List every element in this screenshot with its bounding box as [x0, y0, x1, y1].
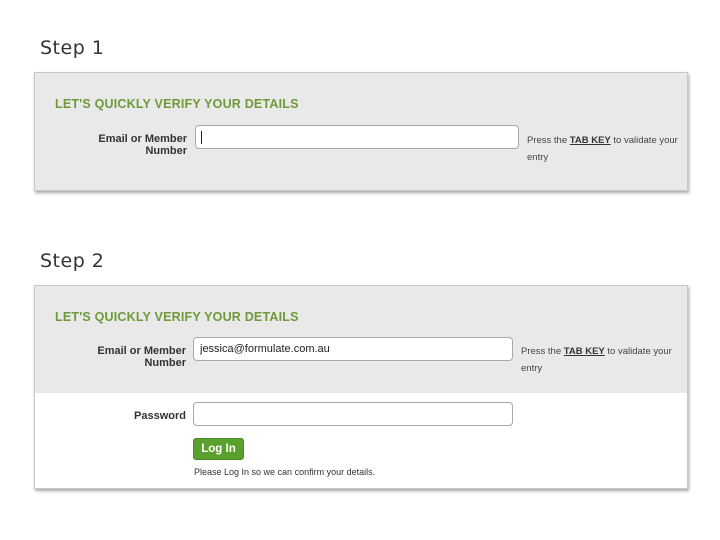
- tab-key-label: TAB KEY: [569, 135, 611, 146]
- tab-key-label: TAB KEY: [563, 346, 605, 357]
- verify-panel-step-1: LET'S QUICKLY VERIFY YOUR DETAILS Email …: [34, 72, 688, 191]
- text-cursor: [201, 131, 202, 144]
- hint-text-pre: Press the: [521, 346, 564, 357]
- step-2-title: Step 2: [40, 250, 105, 272]
- password-input[interactable]: [193, 402, 513, 426]
- verify-panel-step-2: LET'S QUICKLY VERIFY YOUR DETAILS Email …: [34, 285, 688, 489]
- step-1-title: Step 1: [40, 37, 105, 59]
- hint-text-pre: Press the: [527, 135, 570, 146]
- email-input[interactable]: [195, 125, 519, 149]
- email-label: Email or Member Number: [97, 345, 186, 369]
- panel-heading: LET'S QUICKLY VERIFY YOUR DETAILS: [55, 310, 299, 324]
- login-instruction-note: Please Log In so we can confirm your det…: [194, 467, 376, 477]
- panel-heading: LET'S QUICKLY VERIFY YOUR DETAILS: [55, 97, 299, 111]
- log-in-button[interactable]: Log In: [193, 438, 244, 460]
- tab-key-hint: Press the TAB KEY to validate your entry: [527, 132, 682, 166]
- email-label: Email or Member Number: [98, 133, 187, 157]
- password-label: Password: [134, 410, 186, 422]
- email-input[interactable]: [193, 337, 513, 361]
- tab-key-hint: Press the TAB KEY to validate your entry: [521, 343, 676, 377]
